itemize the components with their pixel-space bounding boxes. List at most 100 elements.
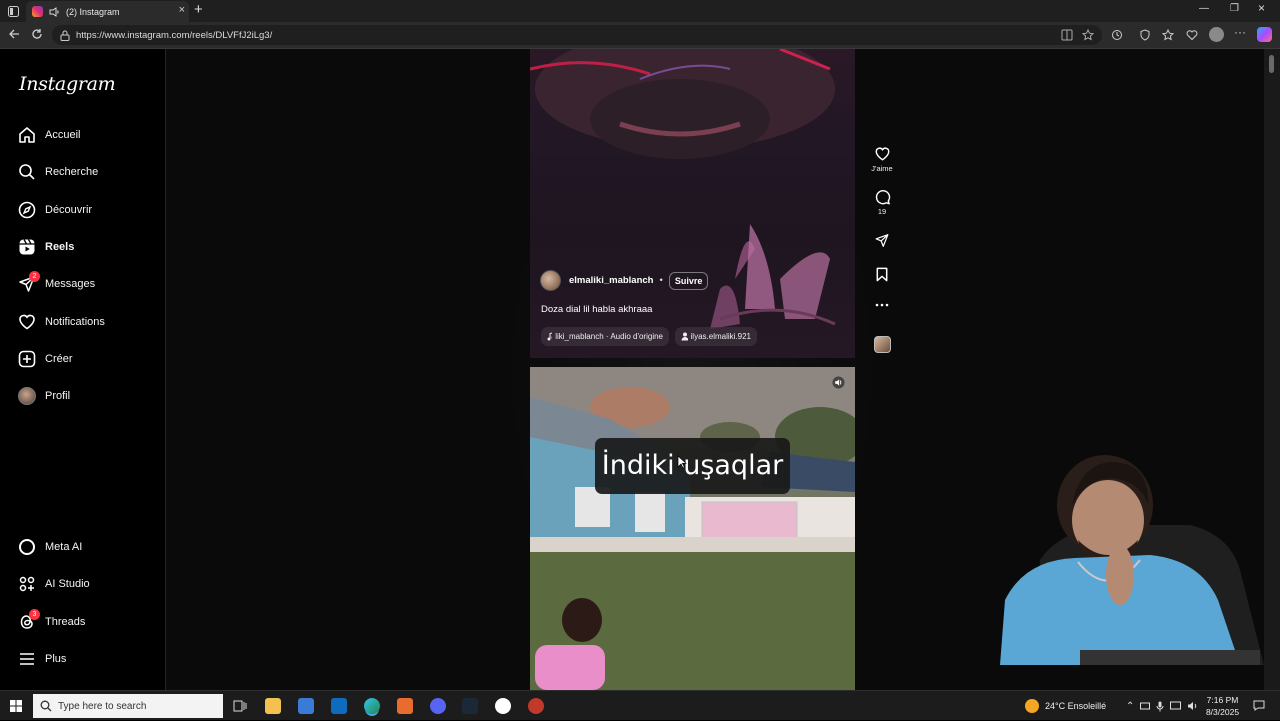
favorites-icon[interactable]	[1162, 29, 1174, 41]
obs-icon[interactable]	[528, 698, 544, 714]
sidebar-item-threads[interactable]: 3 Threads	[18, 609, 158, 635]
sidebar-item-decouvrir[interactable]: Découvrir	[18, 197, 158, 223]
heart-icon	[875, 147, 889, 161]
app-a-icon[interactable]	[397, 698, 413, 714]
sidebar-item-creer[interactable]: Créer	[18, 346, 158, 372]
save-button[interactable]	[867, 267, 897, 282]
tab-close-icon[interactable]: ×	[179, 5, 185, 16]
sidebar-item-profil[interactable]: Profil	[18, 383, 158, 409]
avatar	[18, 387, 36, 405]
shield-icon[interactable]	[1139, 29, 1151, 41]
sidebar-item-ai-studio[interactable]: AI Studio	[18, 571, 158, 597]
steam-icon[interactable]	[462, 698, 478, 714]
like-label: J'aime	[871, 164, 893, 173]
threads-badge: 3	[29, 609, 40, 620]
like-button[interactable]: J'aime	[867, 146, 897, 173]
network-icon[interactable]	[1170, 701, 1182, 711]
extensions-icon[interactable]	[1111, 29, 1123, 41]
page-scrollbar[interactable]	[1264, 49, 1280, 690]
search-icon	[40, 700, 52, 712]
browser-essentials-icon[interactable]	[1186, 29, 1198, 41]
heart-icon	[19, 314, 35, 330]
weather-widget[interactable]: 24°C Ensoleillé	[1025, 691, 1106, 721]
sidebar-item-label: Créer	[45, 353, 73, 365]
sidebar-item-accueil[interactable]: Accueil	[18, 122, 158, 148]
instagram-sidebar: Instagram Accueil Recherche Découvrir Re…	[0, 49, 166, 690]
taskbar-clock[interactable]: 7:16 PM 8/3/2025	[1195, 694, 1250, 718]
lock-icon[interactable]	[60, 30, 70, 41]
author-username[interactable]: elmaliki_mablanch	[569, 275, 653, 286]
tab-title: (2) Instagram	[66, 6, 120, 17]
instagram-favicon-icon	[32, 6, 43, 17]
next-reel-frame	[530, 367, 855, 690]
webcam-frame	[1000, 455, 1264, 665]
window-close-icon[interactable]: ×	[1258, 1, 1265, 15]
sidebar-item-reels[interactable]: Reels	[18, 234, 158, 260]
minimize-icon[interactable]: —	[1199, 3, 1209, 14]
mouse-cursor-icon	[677, 455, 687, 469]
sidebar-item-plus[interactable]: Plus	[18, 646, 158, 672]
notification-center-icon[interactable]	[1253, 700, 1265, 711]
chevron-up-icon[interactable]: ⌃	[1126, 701, 1134, 712]
url-text: https://www.instagram.com/reels/DLVFfJ2i…	[76, 29, 273, 41]
sidebar-item-messages[interactable]: 2 Messages	[18, 271, 158, 297]
comments-count: 19	[877, 207, 887, 216]
reels-icon	[19, 239, 35, 255]
windows-taskbar: Type here to search 24°C Ensoleillé ⌃ 7:…	[0, 690, 1280, 720]
sidebar-item-meta-ai[interactable]: Meta AI	[18, 534, 158, 560]
outlook-icon[interactable]	[331, 698, 347, 714]
edge-icon[interactable]	[364, 698, 380, 714]
ai-studio-icon	[19, 576, 35, 592]
sidebar-item-notifications[interactable]: Notifications	[18, 309, 158, 335]
sidebar-item-label: Découvrir	[45, 204, 93, 216]
author-avatar[interactable]	[540, 270, 561, 291]
favorite-star-icon[interactable]	[1082, 29, 1094, 41]
scrollbar-thumb[interactable]	[1269, 55, 1274, 73]
copilot-icon[interactable]	[1257, 27, 1272, 42]
plus-square-icon	[18, 350, 36, 368]
windows-start-icon[interactable]	[10, 700, 22, 712]
audio-thumbnail[interactable]	[867, 336, 897, 353]
sidebar-item-label: Notifications	[45, 316, 105, 328]
messages-icon-wrap: 2	[18, 271, 40, 293]
sun-icon	[1025, 699, 1039, 713]
back-icon[interactable]	[8, 28, 20, 40]
system-tray[interactable]: ⌃	[1126, 691, 1198, 721]
reel-caption[interactable]: Doza dial lil habla akhraaa	[541, 304, 652, 315]
url-field[interactable]: https://www.instagram.com/reels/DLVFfJ2i…	[52, 25, 1102, 45]
browser-tab[interactable]: (2) Instagram ×	[26, 1, 189, 22]
maximize-icon[interactable]: ❐	[1230, 3, 1239, 14]
share-button[interactable]	[867, 233, 897, 248]
next-reel-video[interactable]	[530, 367, 855, 690]
refresh-icon[interactable]	[31, 28, 43, 40]
workspaces-icon[interactable]	[8, 6, 19, 17]
app-circle-icon[interactable]	[495, 698, 511, 714]
more-options-icon[interactable]: ···	[1234, 25, 1246, 39]
camera-icon[interactable]	[1140, 701, 1151, 711]
microphone-icon[interactable]	[1156, 701, 1164, 712]
audio-chip[interactable]: liki_mablanch · Audio d'origine	[541, 327, 669, 346]
new-tab-icon[interactable]: +	[194, 2, 203, 18]
profile-avatar[interactable]	[1209, 27, 1224, 42]
instagram-logo[interactable]: Instagram	[19, 73, 116, 95]
file-explorer-icon[interactable]	[265, 698, 281, 714]
split-screen-icon[interactable]	[1061, 29, 1073, 41]
comment-icon	[875, 190, 890, 205]
share-icon	[875, 234, 889, 247]
speaker-icon[interactable]	[49, 6, 60, 17]
tagged-user-chip[interactable]: ilyas.elmaliki.921	[675, 327, 757, 346]
store-icon[interactable]	[298, 698, 314, 714]
sidebar-item-recherche[interactable]: Recherche	[18, 159, 158, 185]
more-options-button[interactable]	[867, 303, 897, 307]
person-icon	[681, 332, 688, 341]
taskbar-search-placeholder: Type here to search	[58, 700, 147, 712]
comments-button[interactable]: 19	[867, 189, 897, 216]
sidebar-item-label: Reels	[45, 241, 75, 253]
follow-button[interactable]: Suivre	[668, 271, 709, 290]
volume-icon[interactable]	[832, 376, 845, 389]
taskbar-search[interactable]: Type here to search	[33, 694, 223, 718]
music-note-icon	[547, 332, 553, 341]
discord-icon[interactable]	[430, 698, 446, 714]
audio-avatar	[873, 336, 891, 353]
task-view-icon[interactable]	[232, 698, 248, 714]
